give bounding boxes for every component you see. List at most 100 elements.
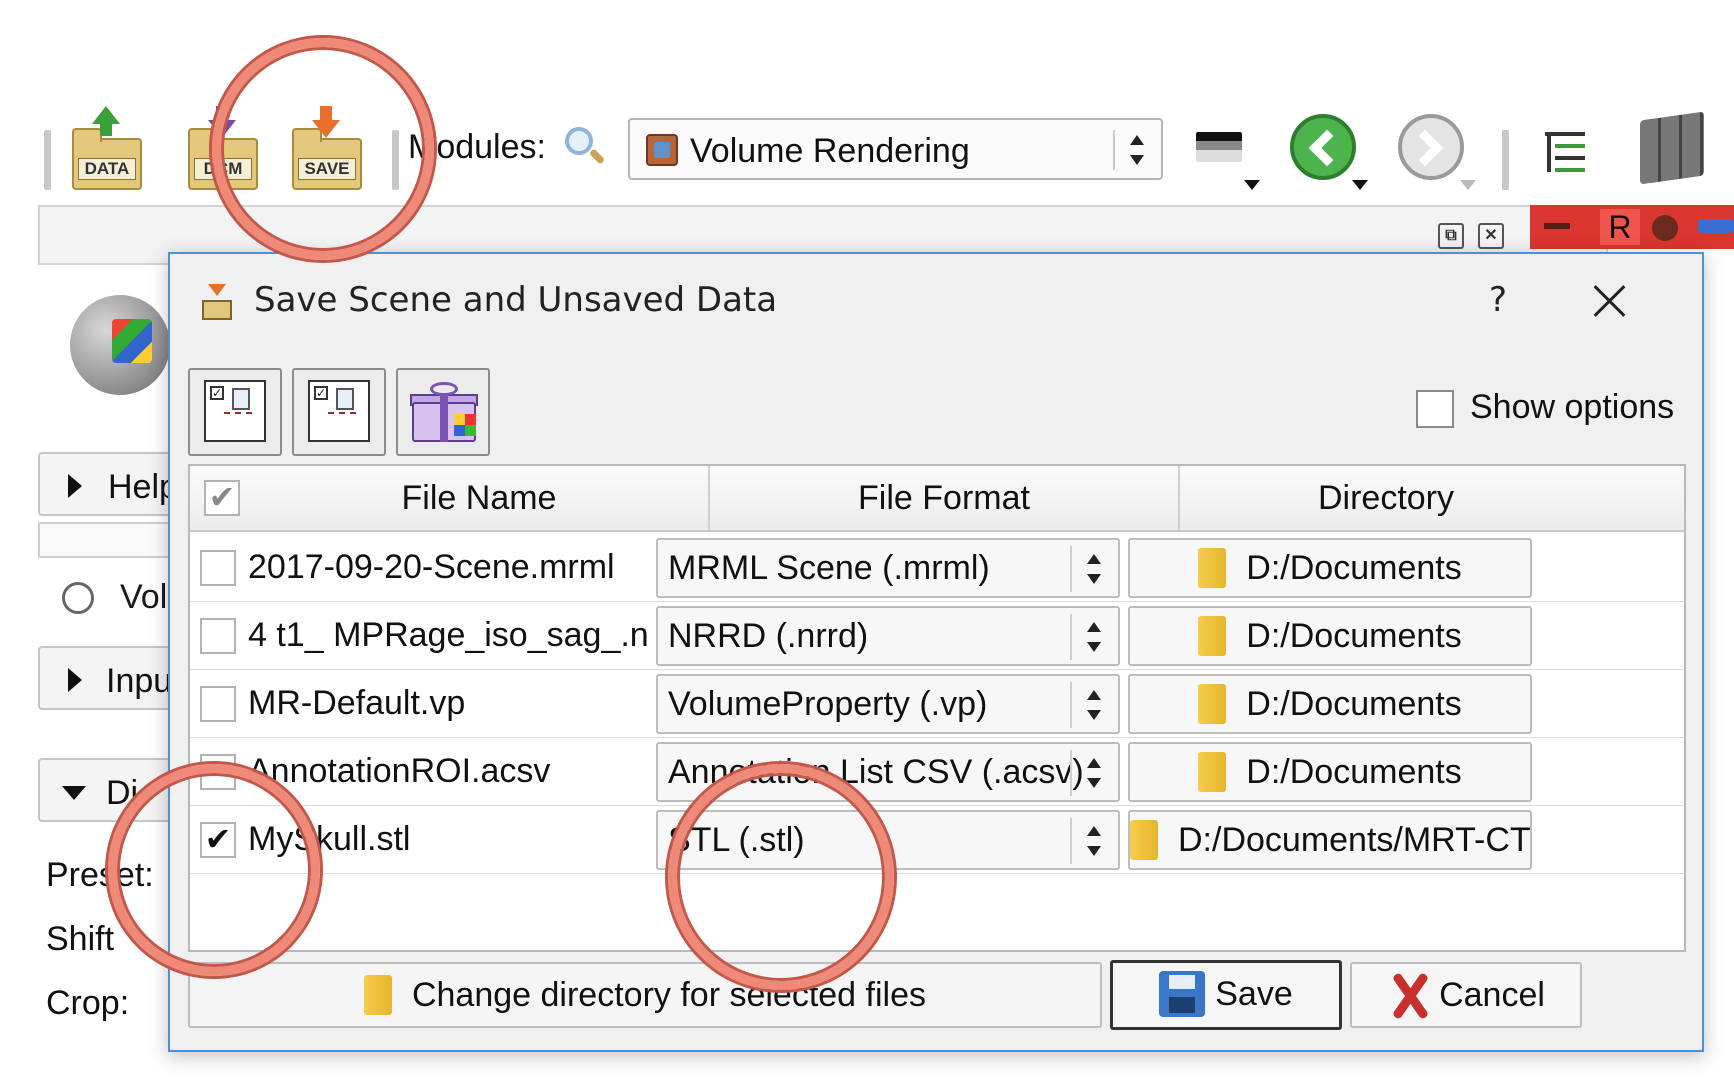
column-header-directory[interactable]: Directory (1180, 466, 1592, 530)
directory-button[interactable]: D:/Documents (1128, 606, 1532, 666)
table-row[interactable]: MR-Default.vp VolumeProperty (.vp) D:/Do… (190, 670, 1684, 738)
show-options-checkbox[interactable] (1416, 390, 1454, 428)
load-data-button[interactable]: DATA (72, 106, 154, 190)
save-button[interactable]: Save (1110, 960, 1342, 1030)
module-icon (646, 134, 678, 166)
modules-label: Modules: (408, 128, 546, 166)
chevron-down-icon[interactable] (1352, 180, 1368, 190)
folder-icon (363, 975, 392, 1015)
display-section-button[interactable]: Di (38, 758, 178, 822)
file-name-field[interactable]: 2017-09-20-Scene.mrml (248, 534, 648, 602)
dialog-title: Save Scene and Unsaved Data (254, 280, 778, 320)
forward-arrow-icon[interactable] (1398, 114, 1464, 180)
link-icon[interactable] (1652, 215, 1678, 241)
module-selector[interactable]: Volume Rendering (628, 118, 1163, 180)
back-arrow-icon[interactable] (1290, 114, 1356, 180)
toolbar-separator (44, 130, 51, 190)
column-header-file-format[interactable]: File Format (710, 466, 1180, 530)
close-icon[interactable]: ✕ (1478, 223, 1504, 249)
cancel-x-icon (1387, 972, 1433, 1018)
directory-value: D:/Documents (1246, 685, 1462, 723)
chevron-down-icon (62, 786, 86, 800)
row-checkbox[interactable] (200, 618, 236, 654)
restore-icon[interactable]: ⧉ (1438, 223, 1464, 249)
row-checkbox[interactable]: ✔ (200, 822, 236, 858)
save-dialog: Save Scene and Unsaved Data ? ✓ ✓ Show o… (168, 252, 1704, 1052)
file-format-value: STL (.stl) (668, 821, 805, 859)
directory-button[interactable]: D:/Documents/MRT-CT (1128, 810, 1532, 870)
cancel-button[interactable]: Cancel (1350, 962, 1582, 1028)
dicom-label: DCM (194, 158, 252, 180)
help-section-button[interactable]: Help (38, 452, 178, 516)
layout-icon[interactable] (1196, 132, 1242, 162)
slider-icon[interactable] (1698, 219, 1734, 233)
table-row[interactable]: 2017-09-20-Scene.mrml MRML Scene (.mrml)… (190, 534, 1684, 602)
load-dicom-button[interactable]: DCM (188, 106, 270, 190)
file-format-select[interactable]: Annotation List CSV (.acsv) (656, 742, 1120, 802)
create-bundle-button[interactable] (396, 368, 490, 456)
spinner-icon (1084, 758, 1104, 788)
volume-label: Vol (120, 578, 168, 616)
select-data-button[interactable]: ✓ (292, 368, 386, 456)
crop-label: Crop: (46, 984, 130, 1022)
save-icon: SAVE (292, 128, 362, 190)
file-name-field[interactable]: MySkull.stl (248, 806, 648, 874)
chevron-down-icon[interactable] (1460, 180, 1476, 190)
volume-row[interactable]: Vol (58, 572, 178, 622)
column-header-file-name[interactable]: File Name (190, 466, 710, 530)
save-scene-icon (200, 284, 234, 320)
save-button-label: Save (1215, 975, 1293, 1013)
directory-value: D:/Documents/MRT-CT (1178, 821, 1531, 859)
show-options-label: Show options (1470, 388, 1675, 426)
directory-button[interactable]: D:/Documents (1128, 742, 1532, 802)
file-format-select[interactable]: VolumeProperty (.vp) (656, 674, 1120, 734)
select-scene-and-data-button[interactable]: ✓ (188, 368, 282, 456)
change-directory-label: Change directory for selected files (411, 976, 927, 1014)
row-checkbox[interactable] (200, 686, 236, 722)
inputs-section-label: Inpu (106, 662, 173, 700)
directory-value: D:/Documents (1246, 753, 1462, 791)
shift-label: Shift (46, 920, 115, 958)
gift-icon (410, 382, 478, 442)
grid-cube-icon[interactable] (1640, 111, 1704, 185)
row-checkbox[interactable] (200, 754, 236, 790)
folder-icon (1198, 548, 1227, 588)
data-label: DATA (78, 158, 136, 180)
help-button[interactable]: ? (1478, 276, 1518, 324)
chevron-down-icon[interactable] (1244, 180, 1260, 190)
slice-controller-bar: R (1530, 205, 1734, 249)
display-section-label: Di (106, 774, 139, 812)
folder-icon (1130, 820, 1158, 860)
toolbar-separator (1502, 130, 1509, 190)
preset-label: Preset: (46, 856, 154, 894)
file-format-select[interactable]: NRRD (.nrrd) (656, 606, 1120, 666)
save-toolbar-button[interactable]: SAVE (292, 106, 374, 190)
file-format-select[interactable]: STL (.stl) (656, 810, 1120, 870)
row-checkbox[interactable] (200, 550, 236, 586)
search-icon[interactable] (563, 125, 607, 169)
table-row[interactable]: 4 t1_ MPRage_iso_sag_.nrrd NRRD (.nrrd) … (190, 602, 1684, 670)
chevron-right-icon (68, 474, 82, 498)
folder-icon (1198, 684, 1227, 724)
table-row[interactable]: AnnotationROI.acsv Annotation List CSV (… (190, 738, 1684, 806)
data-icon: DATA (72, 128, 142, 190)
change-directory-button[interactable]: Change directory for selected files (188, 962, 1102, 1028)
module-selected-value: Volume Rendering (690, 132, 970, 170)
cancel-button-label: Cancel (1439, 976, 1545, 1014)
file-name-field[interactable]: AnnotationROI.acsv (248, 738, 648, 806)
inputs-section-button[interactable]: Inpu (38, 646, 178, 710)
file-format-value: Annotation List CSV (.acsv) (668, 753, 1084, 791)
spinner-icon (1127, 135, 1147, 165)
file-format-value: MRML Scene (.mrml) (668, 549, 990, 587)
pin-icon[interactable] (1544, 223, 1570, 229)
file-name-field[interactable]: MR-Default.vp (248, 670, 648, 738)
spinner-icon (1084, 622, 1104, 652)
slice-view-label: R (1600, 209, 1640, 245)
file-format-select[interactable]: MRML Scene (.mrml) (656, 538, 1120, 598)
directory-button[interactable]: D:/Documents (1128, 538, 1532, 598)
close-icon[interactable] (1586, 276, 1634, 324)
directory-button[interactable]: D:/Documents (1128, 674, 1532, 734)
file-name-field[interactable]: 4 t1_ MPRage_iso_sag_.nrrd (248, 602, 648, 670)
table-row[interactable]: ✔ MySkull.stl STL (.stl) D:/Documents/MR… (190, 806, 1684, 874)
tree-icon[interactable] (1539, 128, 1589, 178)
